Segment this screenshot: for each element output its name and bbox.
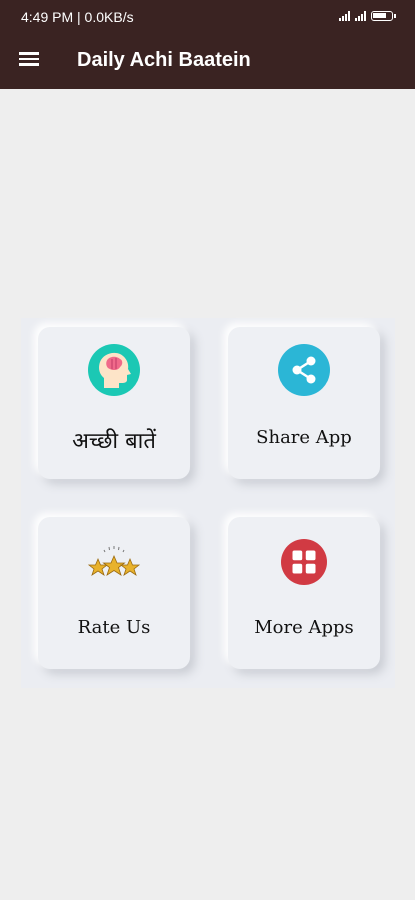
share-app-card[interactable]: Share App [228, 327, 380, 479]
card-label: Share App [256, 427, 352, 448]
stars-icon [87, 546, 141, 576]
hamburger-menu-button[interactable] [19, 50, 41, 68]
menu-icon [19, 52, 39, 55]
card-label: अच्छी बातें [72, 429, 156, 454]
status-time: 4:49 PM | 0.0KB/s [21, 9, 134, 25]
card-label: Rate Us [77, 617, 151, 638]
head-brain-icon [88, 344, 140, 396]
status-icons [339, 11, 396, 21]
status-bar: 4:49 PM | 0.0KB/s [0, 0, 415, 36]
signal-icon [339, 11, 350, 21]
achi-baatein-card[interactable]: अच्छी बातें [38, 327, 190, 479]
app-title: Daily Achi Baatein [77, 49, 251, 71]
rate-us-card[interactable]: Rate Us [38, 517, 190, 669]
app-bar: 4:49 PM | 0.0KB/s Daily Achi Baatein [0, 0, 415, 89]
apps-grid-icon [281, 539, 327, 585]
card-label: More Apps [254, 617, 354, 638]
battery-icon [371, 11, 396, 21]
signal-icon [355, 11, 366, 21]
share-icon [278, 344, 330, 396]
more-apps-card[interactable]: More Apps [228, 517, 380, 669]
